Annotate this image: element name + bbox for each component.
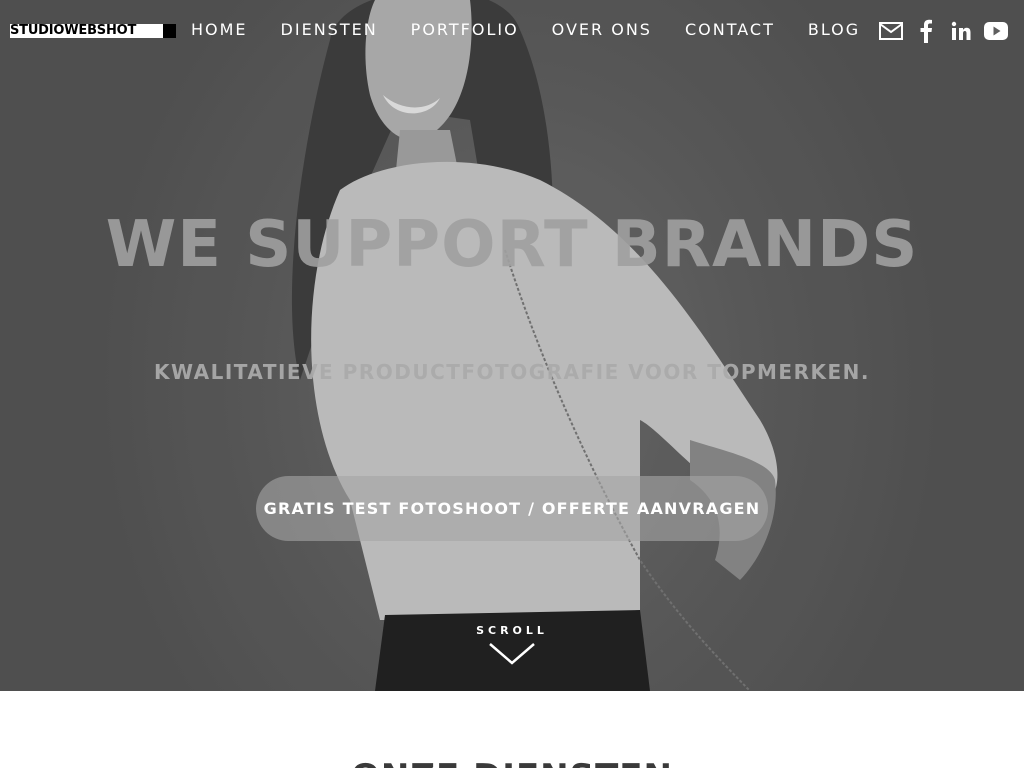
main-menu: HOME DIENSTEN PORTFOLIO OVER ONS CONTACT… <box>191 20 893 39</box>
nav-over-ons[interactable]: OVER ONS <box>552 20 652 39</box>
hero-headline: WE SUPPORT BRANDS <box>105 208 919 282</box>
section-title: ONZE DIENSTEN <box>0 757 1024 768</box>
top-navigation: STUDIOWEBSHOT HOME DIENSTEN PORTFOLIO OV… <box>0 0 1024 62</box>
chevron-down-icon <box>489 643 535 665</box>
cta-button[interactable]: GRATIS TEST FOTOSHOOT / OFFERTE AANVRAGE… <box>256 476 768 541</box>
hero-section: STUDIOWEBSHOT HOME DIENSTEN PORTFOLIO OV… <box>0 0 1024 691</box>
youtube-icon[interactable] <box>983 18 1009 44</box>
services-section: ONZE DIENSTEN <box>0 691 1024 768</box>
logo-mark <box>163 24 176 38</box>
social-links <box>878 18 1018 44</box>
linkedin-icon[interactable] <box>948 18 974 44</box>
scroll-indicator[interactable]: SCROLL <box>462 624 562 665</box>
hero-subheadline: KWALITATIEVE PRODUCTFOTOGRAFIE VOOR TOPM… <box>153 360 870 384</box>
mail-icon[interactable] <box>878 18 904 44</box>
nav-contact[interactable]: CONTACT <box>685 20 775 39</box>
nav-portfolio[interactable]: PORTFOLIO <box>411 20 519 39</box>
hero-overlay <box>0 0 1024 691</box>
nav-home[interactable]: HOME <box>191 20 248 39</box>
scroll-label: SCROLL <box>476 624 548 637</box>
logo-text: STUDIOWEBSHOT <box>10 24 137 38</box>
nav-blog[interactable]: BLOG <box>808 20 860 39</box>
logo[interactable]: STUDIOWEBSHOT <box>10 24 176 38</box>
nav-diensten[interactable]: DIENSTEN <box>281 20 378 39</box>
facebook-icon[interactable] <box>913 18 939 44</box>
